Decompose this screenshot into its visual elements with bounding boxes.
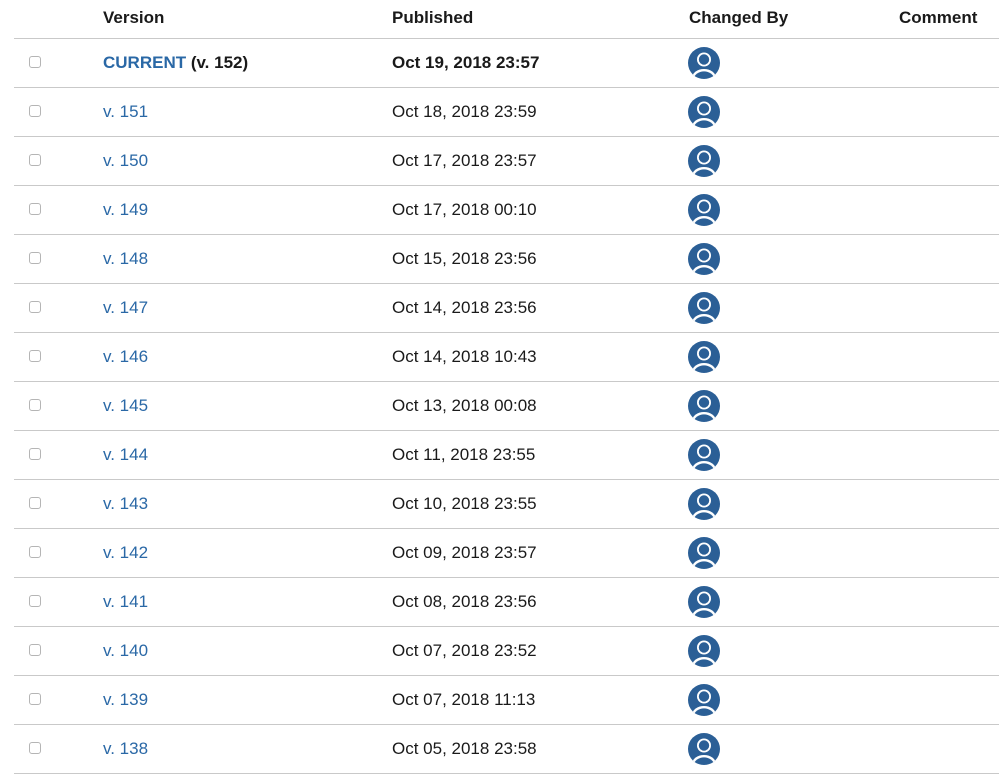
user-avatar-icon[interactable]: [688, 145, 720, 177]
published-date: Oct 14, 2018 10:43: [392, 347, 537, 366]
row-select-checkbox[interactable]: [29, 301, 41, 313]
user-avatar-icon[interactable]: [688, 243, 720, 275]
published-date: Oct 10, 2018 23:55: [392, 494, 537, 513]
row-select-checkbox[interactable]: [29, 252, 41, 264]
version-link[interactable]: v. 139: [103, 690, 148, 709]
published-date: Oct 19, 2018 23:57: [392, 53, 540, 72]
version-link[interactable]: CURRENT: [103, 53, 186, 72]
user-avatar-icon[interactable]: [688, 439, 720, 471]
version-cell: v. 142: [103, 543, 148, 563]
table-row: v. 138 Oct 05, 2018 23:58: [14, 725, 999, 774]
version-cell: v. 145: [103, 396, 148, 416]
row-select-checkbox[interactable]: [29, 203, 41, 215]
row-select-checkbox[interactable]: [29, 595, 41, 607]
table-row: v. 150 Oct 17, 2018 23:57: [14, 137, 999, 186]
user-avatar-icon[interactable]: [688, 292, 720, 324]
published-date: Oct 05, 2018 23:58: [392, 739, 537, 758]
version-link[interactable]: v. 145: [103, 396, 148, 415]
version-cell: v. 150: [103, 151, 148, 171]
version-link[interactable]: v. 148: [103, 249, 148, 268]
version-link[interactable]: v. 151: [103, 102, 148, 121]
row-select-checkbox[interactable]: [29, 56, 41, 68]
user-avatar-icon[interactable]: [688, 47, 720, 79]
column-header-published: Published: [392, 8, 474, 27]
table-row: v. 143 Oct 10, 2018 23:55: [14, 480, 999, 529]
version-link[interactable]: v. 141: [103, 592, 148, 611]
version-link[interactable]: v. 138: [103, 739, 148, 758]
table-row: v. 151 Oct 18, 2018 23:59: [14, 88, 999, 137]
version-cell: v. 144: [103, 445, 148, 465]
column-header-version: Version: [103, 8, 165, 27]
published-date: Oct 09, 2018 23:57: [392, 543, 537, 562]
version-link[interactable]: v. 143: [103, 494, 148, 513]
table-row: v. 148 Oct 15, 2018 23:56: [14, 235, 999, 284]
table-row: v. 145 Oct 13, 2018 00:08: [14, 382, 999, 431]
version-cell: CURRENT (v. 152): [103, 53, 248, 73]
version-cell: v. 149: [103, 200, 148, 220]
version-number-label: (v. 152): [186, 53, 249, 72]
user-avatar-icon[interactable]: [688, 194, 720, 226]
version-link[interactable]: v. 146: [103, 347, 148, 366]
version-cell: v. 140: [103, 641, 148, 661]
version-cell: v. 141: [103, 592, 148, 612]
version-link[interactable]: v. 149: [103, 200, 148, 219]
version-cell: v. 138: [103, 739, 148, 759]
table-row: v. 142 Oct 09, 2018 23:57: [14, 529, 999, 578]
table-row: v. 144 Oct 11, 2018 23:55: [14, 431, 999, 480]
published-date: Oct 14, 2018 23:56: [392, 298, 537, 317]
row-select-checkbox[interactable]: [29, 350, 41, 362]
version-cell: v. 139: [103, 690, 148, 710]
user-avatar-icon[interactable]: [688, 390, 720, 422]
version-link[interactable]: v. 142: [103, 543, 148, 562]
row-select-checkbox[interactable]: [29, 154, 41, 166]
row-select-checkbox[interactable]: [29, 644, 41, 656]
user-avatar-icon[interactable]: [688, 684, 720, 716]
row-select-checkbox[interactable]: [29, 448, 41, 460]
column-header-changed-by: Changed By: [689, 8, 789, 27]
user-avatar-icon[interactable]: [688, 733, 720, 765]
table-row: v. 146 Oct 14, 2018 10:43: [14, 333, 999, 382]
table-row: CURRENT (v. 152) Oct 19, 2018 23:57: [14, 39, 999, 88]
row-select-checkbox[interactable]: [29, 742, 41, 754]
row-select-checkbox[interactable]: [29, 693, 41, 705]
published-date: Oct 18, 2018 23:59: [392, 102, 537, 121]
user-avatar-icon[interactable]: [688, 586, 720, 618]
version-link[interactable]: v. 147: [103, 298, 148, 317]
table-row: v. 139 Oct 07, 2018 11:13: [14, 676, 999, 725]
published-date: Oct 07, 2018 11:13: [392, 690, 536, 709]
table-header: Version Published Changed By Comment: [14, 0, 999, 39]
column-header-comment: Comment: [899, 8, 978, 27]
version-history-table: Version Published Changed By Comment CUR…: [0, 0, 999, 774]
row-select-checkbox[interactable]: [29, 105, 41, 117]
user-avatar-icon[interactable]: [688, 96, 720, 128]
user-avatar-icon[interactable]: [688, 488, 720, 520]
published-date: Oct 17, 2018 00:10: [392, 200, 537, 219]
version-cell: v. 148: [103, 249, 148, 269]
version-cell: v. 146: [103, 347, 148, 367]
table-row: v. 140 Oct 07, 2018 23:52: [14, 627, 999, 676]
table-row: v. 147 Oct 14, 2018 23:56: [14, 284, 999, 333]
version-cell: v. 147: [103, 298, 148, 318]
version-link[interactable]: v. 140: [103, 641, 148, 660]
row-select-checkbox[interactable]: [29, 546, 41, 558]
user-avatar-icon[interactable]: [688, 635, 720, 667]
published-date: Oct 07, 2018 23:52: [392, 641, 537, 660]
user-avatar-icon[interactable]: [688, 537, 720, 569]
row-select-checkbox[interactable]: [29, 497, 41, 509]
published-date: Oct 17, 2018 23:57: [392, 151, 537, 170]
version-cell: v. 151: [103, 102, 148, 122]
version-link[interactable]: v. 144: [103, 445, 148, 464]
user-avatar-icon[interactable]: [688, 341, 720, 373]
table-body: CURRENT (v. 152) Oct 19, 2018 23:57 v. 151…: [0, 39, 999, 774]
published-date: Oct 13, 2018 00:08: [392, 396, 537, 415]
published-date: Oct 11, 2018 23:55: [392, 445, 536, 464]
row-select-checkbox[interactable]: [29, 399, 41, 411]
table-row: v. 149 Oct 17, 2018 00:10: [14, 186, 999, 235]
table-row: v. 141 Oct 08, 2018 23:56: [14, 578, 999, 627]
version-link[interactable]: v. 150: [103, 151, 148, 170]
published-date: Oct 08, 2018 23:56: [392, 592, 537, 611]
version-cell: v. 143: [103, 494, 148, 514]
published-date: Oct 15, 2018 23:56: [392, 249, 537, 268]
